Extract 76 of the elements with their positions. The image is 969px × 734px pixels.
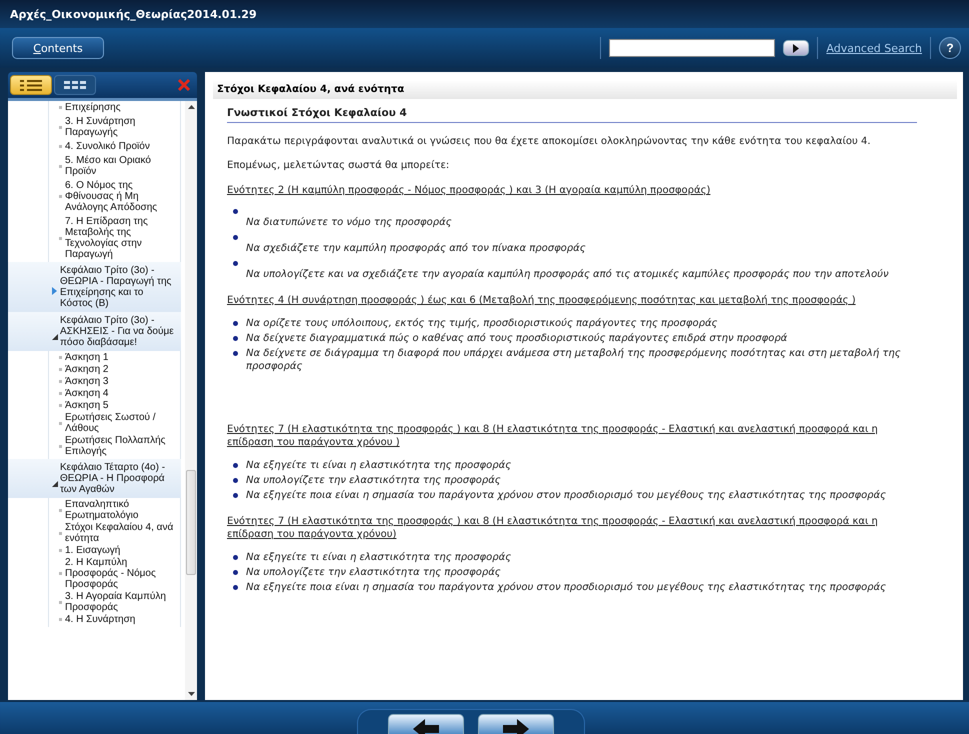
section-heading: Γνωστικοί Στόχοι Κεφαλαίου 4 bbox=[227, 103, 917, 123]
toc-item[interactable]: Άσκηση 1 bbox=[59, 352, 180, 363]
bullet-icon bbox=[233, 235, 238, 240]
toc-item[interactable]: 2. Η Καμπύλη Προσφοράς - Νόμος Προσφοράς bbox=[59, 557, 180, 590]
section-title: Ενότητες 2 (Η καμπύλη προσφοράς - Νόμος προσφοράς ) και 3 (Η αγοραία καμπύλη προσφοράς) bbox=[227, 184, 712, 197]
objective-text: Να σχεδιάζετε την καμπύλη προσφοράς από τον πίνακα προσφοράς bbox=[246, 242, 587, 255]
section-title: Ενότητες 7 (Η ελαστικότητα της προσφοράς ) και 8 (Η ελαστικότητα της προσφοράς - Ελαστική και ανελαστική προσφορά και η επίδραση του παράγοντα χρόνου ) bbox=[227, 423, 879, 449]
left-arrow-icon bbox=[412, 719, 438, 734]
objective-text: Να δείχνετε σε διάγραμμα τη διαφορά που υπάρχει ανάμεσα στη μεταβολή της προσφερόμενης ποσότητας και στη μεταβολή της προσφοράς bbox=[246, 347, 902, 373]
toc-item[interactable]: 4. Συνολικό Προϊόν bbox=[59, 141, 180, 152]
toc-item[interactable]: Άσκηση 2 bbox=[59, 364, 180, 375]
scroll-thumb[interactable] bbox=[186, 470, 196, 575]
objective-text: Να δείχνετε διαγραμματικά πώς ο καθένας από τους προσδιοριστικούς παράγοντες επιδρά στην προσφορά bbox=[246, 332, 788, 345]
help-button[interactable]: ? bbox=[939, 37, 961, 59]
search-field[interactable] bbox=[609, 39, 776, 57]
bullet-icon bbox=[233, 321, 238, 326]
search-go-button[interactable] bbox=[783, 40, 810, 56]
toc-chapter[interactable]: Κεφάλαιο Τρίτο (3ο) - ΘΕΩΡΙΑ - Παραγωγή της Επιχείρησης και το Κόστος (Β) bbox=[8, 262, 181, 312]
toc-item[interactable]: Επαναληπτικό Ερωτηματολόγιο bbox=[59, 499, 180, 521]
expanded-triangle-icon bbox=[52, 334, 58, 340]
objective-text: Να ορίζετε τους υπόλοιπους, εκτός της τιμής, προσδιοριστικούς παράγοντες της προσφοράς bbox=[246, 317, 718, 330]
toc-chapter[interactable]: Κεφάλαιο Τέταρτο (4ο) - ΘΕΩΡΙΑ - Η Προσφορά των Αγαθών bbox=[8, 459, 181, 498]
bullet-icon bbox=[233, 493, 238, 498]
toc-item[interactable]: Άσκηση 5 bbox=[59, 400, 180, 411]
advanced-search-link[interactable]: Advanced Search bbox=[826, 42, 922, 54]
objective-text: Να υπολογίζετε την ελαστικότητα της προσφοράς bbox=[246, 566, 501, 579]
toc-item[interactable]: Στόχοι Κεφαλαίου 4, ανά ενότητα bbox=[59, 522, 180, 544]
scroll-down-icon[interactable] bbox=[188, 692, 194, 696]
bullet-icon bbox=[233, 555, 238, 560]
sidebar-tab[interactable] bbox=[10, 75, 52, 95]
bullet-icon bbox=[233, 261, 238, 266]
collapsed-triangle-icon bbox=[52, 287, 57, 295]
expanded-triangle-icon bbox=[52, 480, 58, 486]
toc-item[interactable]: Ερωτήσεις Σωστού / Λάθους bbox=[59, 412, 180, 434]
paragraph: Παρακάτω περιγράφονται αναλυτικά οι γνώσεις που θα έχετε αποκομίσει ολοκληρώνοντας την κάθε ενότητα του κεφαλαίου 4. bbox=[227, 136, 872, 147]
contents-button[interactable]: Contents bbox=[12, 37, 104, 59]
bullet-icon bbox=[233, 209, 238, 214]
bullet-icon bbox=[233, 585, 238, 590]
objective-text: Να εξηγείτε ποια είναι η σημασία του παράγοντα χρόνου στον προσδιορισμό του μεγέθους της ελαστικότητας της προσφοράς bbox=[246, 581, 886, 594]
objective-text: Να διατυπώνετε το νόμο της προσφοράς bbox=[246, 216, 453, 229]
previous-page-button[interactable] bbox=[388, 714, 464, 734]
bullet-icon bbox=[233, 570, 238, 575]
bullet-icon bbox=[233, 336, 238, 341]
list-icon bbox=[20, 80, 42, 90]
scrollbar[interactable] bbox=[185, 101, 197, 700]
scroll-up-icon[interactable] bbox=[188, 105, 194, 109]
toc-item[interactable]: Επιχείρησης bbox=[59, 102, 180, 113]
section-title: Ενότητες 7 (Η ελαστικότητα της προσφοράς ) και 8 (Η ελαστικότητα της προσφοράς - Ελαστική και ανελαστική προσφορά και η επίδραση του παράγοντα χρόνου) bbox=[227, 515, 879, 541]
paragraph: Επομένως, μελετώντας σωστά θα μπορείτε: bbox=[227, 160, 450, 171]
toc-item[interactable]: 6. Ο Νόμος της Φθίνουσας ή Μη Ανάλογης Απόδοσης bbox=[59, 180, 180, 213]
right-arrow-icon bbox=[502, 719, 528, 734]
window-title: Αρχές_Οικονομικής_Θεωρίας2014.01.29 bbox=[10, 8, 257, 20]
toc-item[interactable]: 4. Η Συνάρτηση bbox=[59, 614, 180, 625]
grid-icon bbox=[64, 80, 86, 90]
objective-text: Να εξηγείτε τι είναι η ελαστικότητα της προσφοράς bbox=[246, 459, 512, 472]
sidebar-tab[interactable] bbox=[54, 75, 96, 95]
toc-item[interactable]: Ερωτήσεις Πολλαπλής Επιλογής bbox=[59, 435, 180, 457]
toc-item[interactable]: 1. Εισαγωγή bbox=[59, 545, 180, 556]
objective-text: Να εξηγείτε τι είναι η ελαστικότητα της προσφοράς bbox=[246, 551, 512, 564]
objective-text: Να υπολογίζετε και να σχεδιάζετε την αγοραία καμπύλη προσφοράς από τις ατομικές καμπύλες προσφοράς που την αποτελούν bbox=[246, 268, 890, 281]
play-arrow-icon bbox=[792, 44, 800, 52]
bullet-icon bbox=[233, 351, 238, 356]
page-title: Στόχοι Κεφαλαίου 4, ανά ενότητα bbox=[213, 80, 957, 99]
bullet-icon bbox=[233, 463, 238, 468]
toc-item[interactable]: Άσκηση 3 bbox=[59, 376, 180, 387]
toc-item[interactable]: 3. Η Αγοραία Καμπύλη Προσφοράς bbox=[59, 591, 180, 613]
toc-item[interactable]: 7. Η Επίδραση της Μεταβολής της Τεχνολογίας στην Παραγωγή bbox=[59, 216, 180, 260]
section-title: Ενότητες 4 (Η συνάρτηση προσφοράς ) έως και 6 (Μεταβολή της προσφερόμενης ποσότητας και μεταβολή της προσφοράς ) bbox=[227, 294, 857, 307]
bullet-icon bbox=[233, 478, 238, 483]
next-page-button[interactable] bbox=[478, 714, 554, 734]
objective-text: Να εξηγείτε ποια είναι η σημασία του παράγοντα χρόνου στον προσδιορισμό του μεγέθους της ελαστικότητας της προσφοράς bbox=[246, 489, 886, 502]
toc-item[interactable]: Άσκηση 4 bbox=[59, 388, 180, 399]
toc-item[interactable]: 3. Η Συνάρτηση Παραγωγής bbox=[59, 116, 180, 138]
toc-chapter[interactable]: Κεφάλαιο Τρίτο (3ο) - ΑΣΚΗΣΕΙΣ - Για να δούμε πόσο διαβάσαμε! bbox=[8, 312, 181, 351]
toc-item[interactable]: 5. Μέσο και Οριακό Προϊόν bbox=[59, 155, 180, 177]
objective-text: Να υπολογίζετε την ελαστικότητα της προσφοράς bbox=[246, 474, 501, 487]
